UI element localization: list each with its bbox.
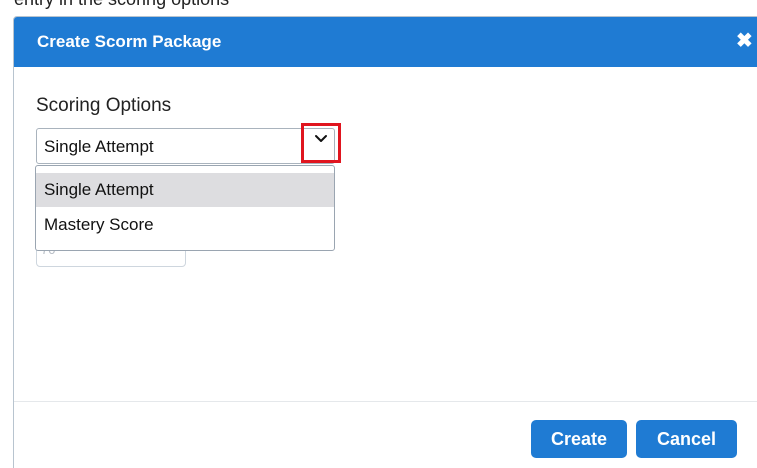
screen-canvas: entry in the scoring options Create Scor… [0,0,757,468]
footer-divider [14,401,757,402]
scoring-option-mastery-score[interactable]: Mastery Score [36,208,334,242]
scoring-option-single-attempt[interactable]: Single Attempt [36,173,334,207]
cancel-button[interactable]: Cancel [636,420,737,458]
scoring-options-menu: Single Attempt Mastery Score [35,165,335,251]
scoring-options-select[interactable]: Single Attempt [36,128,335,164]
chevron-down-icon [315,135,327,142]
selected-scoring-option: Single Attempt [44,137,154,156]
dialog-header: Create Scorm Package ✖ [14,17,757,67]
scoring-option-label: Mastery Score [44,215,154,234]
scoring-options-dropdown-toggle[interactable] [301,123,341,163]
close-icon: ✖ [736,30,753,52]
create-button[interactable]: Create [531,420,627,458]
dialog-title: Create Scorm Package [37,32,222,51]
create-scorm-package-dialog: Create Scorm Package ✖ Scoring Options 7… [13,16,757,468]
background-text-fragment: entry in the scoring options [14,0,714,10]
scoring-options-label: Scoring Options [36,95,172,116]
scoring-option-label: Single Attempt [44,180,154,199]
close-button[interactable]: ✖ [736,30,753,52]
